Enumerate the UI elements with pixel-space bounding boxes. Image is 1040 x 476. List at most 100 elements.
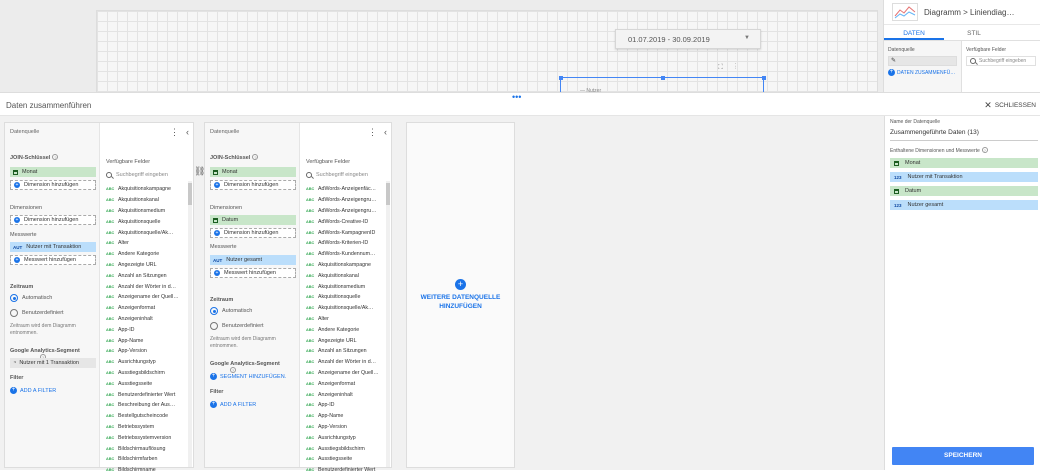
field-item[interactable]: ABC Alter bbox=[306, 314, 388, 325]
scrollbar[interactable] bbox=[386, 181, 390, 467]
dimension-chip[interactable]: Datum bbox=[210, 215, 296, 225]
field-item[interactable]: ABC AdWords-Kundennum… bbox=[306, 249, 388, 260]
field-item[interactable]: ABC AdWords-Anzeigengru… bbox=[306, 206, 388, 217]
field-item[interactable]: ABC Alter bbox=[106, 238, 188, 249]
period-auto-radio[interactable]: Automatisch bbox=[210, 307, 252, 315]
field-item[interactable]: ABC App-Version bbox=[306, 422, 388, 433]
field-item[interactable]: ABC Anzeigenformat bbox=[106, 303, 188, 314]
field-item[interactable]: ABC Akquisitionsquelle/Ak… bbox=[306, 303, 388, 314]
field-item[interactable]: ABC Andere Kategorie bbox=[306, 324, 388, 335]
help-icon[interactable]: ? bbox=[981, 147, 988, 153]
metric-chip[interactable]: AUT Nutzer mit Transaktion bbox=[10, 242, 96, 252]
field-item[interactable]: ABC AdWords-Kriterien-ID bbox=[306, 238, 388, 249]
field-item[interactable]: ABC App-Name bbox=[106, 335, 188, 346]
add-dimension-button[interactable]: + Dimension hinzufügen bbox=[10, 215, 96, 225]
add-metric-button[interactable]: + Messwert hinzufügen bbox=[10, 255, 96, 265]
tab-style[interactable]: STIL bbox=[944, 25, 1004, 40]
tab-data[interactable]: DATEN bbox=[884, 25, 944, 40]
field-item[interactable]: ABC Ausstiegsseite bbox=[306, 454, 388, 465]
field-item[interactable]: ABC AdWords-Creative-ID bbox=[306, 216, 388, 227]
drag-handle-icon[interactable]: ••• bbox=[512, 92, 521, 102]
field-item[interactable]: ABC Bildschirmauflösung bbox=[106, 443, 188, 454]
field-item[interactable]: ABC Benutzerdefinierter Wert bbox=[306, 465, 388, 476]
field-item[interactable]: ABC Bildschirmname bbox=[106, 465, 188, 476]
field-item[interactable]: ABC Akquisitionsquelle bbox=[306, 292, 388, 303]
field-item[interactable]: ABC Anzahl der Wörter in d… bbox=[306, 357, 388, 368]
metric-chip[interactable]: AUT Nutzer gesamt bbox=[210, 255, 296, 265]
datasource-name-input[interactable]: Zusammengeführte Daten (13) bbox=[890, 128, 1038, 141]
help-icon[interactable]: ? bbox=[252, 154, 259, 160]
field-item[interactable]: ABC App-ID bbox=[106, 324, 188, 335]
add-filter-button[interactable]: + ADD A FILTER bbox=[210, 401, 256, 408]
add-dimension-button[interactable]: + Dimension hinzufügen bbox=[210, 180, 296, 190]
field-item[interactable]: ABC Betriebssystemversion bbox=[106, 432, 188, 443]
segment-chip[interactable]: ◔ Nutzer mit 1 Transaktion bbox=[10, 358, 96, 368]
add-filter-button[interactable]: + ADD A FILTER bbox=[10, 387, 56, 394]
field-item[interactable]: ABC Ausrichtungstyp bbox=[306, 432, 388, 443]
save-button[interactable]: SPEICHERN bbox=[892, 447, 1034, 465]
edit-icon[interactable]: ✎ bbox=[891, 57, 896, 64]
field-item[interactable]: ABC Ausrichtungstyp bbox=[106, 357, 188, 368]
add-dimension-button[interactable]: + Dimension hinzufügen bbox=[210, 228, 296, 238]
join-key-chip[interactable]: Monat bbox=[10, 167, 96, 177]
join-key-chip[interactable]: Monat bbox=[210, 167, 296, 177]
close-button[interactable]: ✕ SCHLIESSEN bbox=[984, 100, 1036, 111]
add-datasource-button[interactable]: + WEITERE DATENQUELLE HINZUFÜGEN bbox=[406, 122, 515, 468]
field-item[interactable]: ABC App-Version bbox=[106, 346, 188, 357]
field-item[interactable]: ABC Ausstiegsseite bbox=[106, 378, 188, 389]
more-vert-icon[interactable]: ⋮ bbox=[368, 128, 377, 137]
result-field-chip[interactable]: 123 Nutzer gesamt bbox=[890, 200, 1038, 210]
resize-handle[interactable] bbox=[661, 75, 665, 80]
field-item[interactable]: ABC Andere Kategorie bbox=[106, 249, 188, 260]
field-search-input[interactable]: Suchbegriff eingeben bbox=[106, 170, 190, 180]
more-vert-icon[interactable]: ⋮ bbox=[170, 128, 179, 137]
field-item[interactable]: ABC Anzahl an Sitzungen bbox=[306, 346, 388, 357]
period-auto-radio[interactable]: Automatisch bbox=[10, 294, 52, 302]
period-custom-radio[interactable]: Benutzerdefiniert bbox=[10, 309, 64, 317]
field-item[interactable]: ABC Anzeigeninhalt bbox=[306, 389, 388, 400]
field-item[interactable]: ABC Akquisitionskanal bbox=[306, 270, 388, 281]
chart-type-icon[interactable]: ⛶ bbox=[718, 64, 723, 71]
field-item[interactable]: ABC Akquisitionskampagne bbox=[106, 184, 188, 195]
field-item[interactable]: ABC Akquisitionsmedium bbox=[306, 281, 388, 292]
field-item[interactable]: ABC Akquisitionsmedium bbox=[106, 206, 188, 217]
field-item[interactable]: ABC Bildschirmfarben bbox=[106, 454, 188, 465]
field-item[interactable]: ABC Akquisitionsquelle bbox=[106, 216, 188, 227]
result-field-chip[interactable]: Datum bbox=[890, 186, 1038, 196]
resize-handle[interactable] bbox=[761, 75, 766, 80]
more-vert-icon[interactable]: ⋮ bbox=[735, 64, 737, 71]
add-segment-button[interactable]: + SEGMENT HINZUFÜGEN. bbox=[210, 373, 286, 380]
field-item[interactable]: ABC Anzeigename der Quell… bbox=[306, 368, 388, 379]
field-item[interactable]: ABC Anzahl der Wörter in d… bbox=[106, 281, 188, 292]
field-item[interactable]: ABC Betriebssystem bbox=[106, 422, 188, 433]
date-range-control[interactable]: 01.07.2019 - 30.09.2019 ▼ bbox=[615, 29, 761, 49]
field-item[interactable]: ABC Ausstiegsbildschirm bbox=[306, 443, 388, 454]
field-item[interactable]: ABC Anzeigeninhalt bbox=[106, 314, 188, 325]
result-field-chip[interactable]: 123 Nutzer mit Transaktion bbox=[890, 172, 1038, 182]
field-item[interactable]: ABC Angezeigte URL bbox=[106, 260, 188, 271]
merge-data-link[interactable]: + DATEN ZUSAMMENFÜ… bbox=[888, 69, 957, 76]
field-item[interactable]: ABC Ausstiegsbildschirm bbox=[106, 368, 188, 379]
collapse-icon[interactable]: ‹ bbox=[186, 127, 189, 137]
field-item[interactable]: ABC AdWords-KampagnenID bbox=[306, 227, 388, 238]
scrollbar[interactable] bbox=[188, 181, 192, 467]
field-item[interactable]: ABC Akquisitionskanal bbox=[106, 195, 188, 206]
field-item[interactable]: ABC Akquisitionskampagne bbox=[306, 260, 388, 271]
help-icon[interactable]: ? bbox=[52, 154, 59, 160]
field-item[interactable]: ABC Beschreibung der Aus… bbox=[106, 400, 188, 411]
field-item[interactable]: ABC Anzahl an Sitzungen bbox=[106, 270, 188, 281]
result-field-chip[interactable]: Monat bbox=[890, 158, 1038, 168]
field-item[interactable]: ABC Bestellgutscheincode bbox=[106, 411, 188, 422]
field-item[interactable]: ABC AdWords-Anzeigenfäc… bbox=[306, 184, 388, 195]
field-item[interactable]: ABC App-Name bbox=[306, 411, 388, 422]
field-item[interactable]: ABC AdWords-Anzeigengru… bbox=[306, 195, 388, 206]
field-item[interactable]: ABC Angezeigte URL bbox=[306, 335, 388, 346]
field-item[interactable]: ABC Akquisitionsquelle/Ak… bbox=[106, 227, 188, 238]
datasource-selector[interactable]: ✎ bbox=[888, 56, 957, 66]
field-item[interactable]: ABC Anzeigenformat bbox=[306, 378, 388, 389]
period-custom-radio[interactable]: Benutzerdefiniert bbox=[210, 322, 264, 330]
field-item[interactable]: ABC Benutzerdefinierter Wert bbox=[106, 389, 188, 400]
field-search-input[interactable]: Suchbegriff eingeben bbox=[966, 56, 1036, 66]
resize-handle[interactable] bbox=[558, 75, 563, 80]
field-search-input[interactable]: Suchbegriff eingeben bbox=[306, 170, 390, 180]
